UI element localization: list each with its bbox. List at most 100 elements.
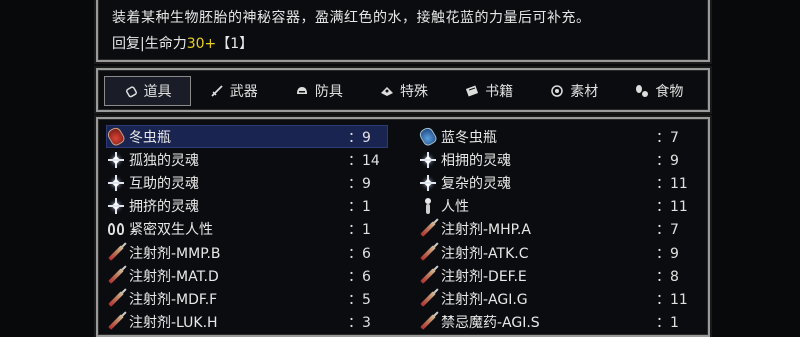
book-icon (465, 84, 479, 98)
item-name: 冬虫瓶 (129, 129, 171, 146)
tab-material[interactable]: 素材 (532, 76, 617, 106)
inventory-item[interactable]: 注射剂-DEF.E ：8 (418, 264, 696, 287)
red-flask-icon (105, 125, 127, 148)
inventory-item[interactable]: 注射剂-MHP.A ：7 (418, 218, 696, 241)
syringe-icon (106, 289, 126, 309)
item-count: ：1 (656, 315, 679, 332)
tab-helmet[interactable]: 防具 (276, 76, 361, 106)
item-count: ：11 (656, 199, 688, 216)
syringe-icon (418, 219, 438, 239)
item-count: ：11 (656, 175, 688, 192)
syringe-icon (106, 266, 126, 286)
material-icon (550, 84, 564, 98)
tab-label: 特殊 (399, 84, 428, 100)
soul-icon (418, 150, 438, 170)
inventory-column-left: 冬虫瓶 ：9 孤独的灵魂 ：14 互助的灵魂 ：9 拥挤的灵魂 ：1 紧密双生人性 ：1 注射剂-M… (105, 125, 388, 334)
item-name: 紧密双生人性 (129, 222, 213, 239)
item-count: ：3 (348, 315, 371, 332)
inventory-item[interactable]: 注射剂-LUK.H ：3 (106, 311, 388, 334)
item-name: 互助的灵魂 (129, 175, 199, 192)
tab-pouch[interactable]: 道具 (104, 76, 192, 106)
tab-label: 书籍 (485, 84, 514, 100)
effect-label: 回复|生命力 (112, 36, 187, 52)
item-description-panel: 装着某种生物胚胎的神秘容器，盈满红色的水，接触花蓝的力量后可补充。 回复|生命力… (96, 0, 710, 62)
effect-suffix: 【1】 (216, 36, 254, 52)
inventory-item[interactable]: 人性 ：11 (418, 195, 696, 218)
item-name: 注射剂-MAT.D (129, 268, 219, 285)
inventory-item[interactable]: 复杂的灵魂 ：11 (418, 171, 696, 194)
effect-value: 30+ (186, 36, 217, 52)
syringe-icon (418, 289, 438, 309)
item-count: ：11 (656, 291, 688, 308)
tab-book[interactable]: 书籍 (447, 76, 532, 106)
syringe-icon (106, 243, 126, 263)
soul-icon (106, 150, 126, 170)
inventory-item[interactable]: 相拥的灵魂 ：9 (418, 148, 696, 171)
inventory-item[interactable]: 蓝冬虫瓶 ：7 (417, 125, 696, 148)
item-count: ：14 (348, 152, 380, 169)
special-icon (380, 84, 394, 98)
inventory-item[interactable]: 紧密双生人性 ：1 (106, 218, 388, 241)
humanity-icon (418, 196, 438, 216)
inventory-item[interactable]: 互助的灵魂 ：9 (106, 171, 388, 194)
category-tab-bar: 道具 武器 防具 特殊 书籍 素材 食物 (104, 76, 702, 106)
item-count: ：9 (348, 129, 371, 146)
tab-label: 武器 (229, 84, 258, 100)
inventory-item[interactable]: 注射剂-MDF.F ：5 (106, 287, 388, 310)
item-count: ：6 (348, 245, 371, 262)
food-icon (635, 84, 649, 98)
item-count: ：9 (348, 175, 371, 192)
inventory-item[interactable]: 禁忌魔药-AGI.S ：1 (418, 311, 696, 334)
item-count: ：9 (656, 245, 679, 262)
tab-label: 素材 (570, 84, 599, 100)
syringe-icon (418, 243, 438, 263)
item-name: 注射剂-MHP.A (441, 222, 531, 239)
item-name: 注射剂-DEF.E (441, 268, 527, 285)
item-count: ：1 (348, 222, 371, 239)
tab-label: 防具 (314, 84, 343, 100)
soul-icon (418, 173, 438, 193)
item-name: 注射剂-MDF.F (129, 291, 218, 308)
tab-label: 食物 (655, 84, 684, 100)
item-name: 注射剂-ATK.C (441, 245, 529, 262)
item-count: ：9 (656, 152, 679, 169)
helmet-icon (295, 84, 309, 98)
syringe-icon (418, 312, 438, 332)
twin-humanity-icon (106, 219, 126, 239)
item-count: ：6 (348, 268, 371, 285)
item-name: 禁忌魔药-AGI.S (441, 315, 540, 332)
tab-label: 道具 (143, 84, 172, 100)
tab-special[interactable]: 特殊 (361, 76, 446, 106)
item-name: 注射剂-AGI.G (441, 291, 528, 308)
blue-flask-icon (417, 125, 439, 148)
inventory-item[interactable]: 拥挤的灵魂 ：1 (106, 195, 388, 218)
inventory-item[interactable]: 注射剂-MAT.D ：6 (106, 264, 388, 287)
item-name: 拥挤的灵魂 (129, 199, 199, 216)
item-count: ：8 (656, 268, 679, 285)
inventory-column-right: 蓝冬虫瓶 ：7 相拥的灵魂 ：9 复杂的灵魂 ：11 人性 ：11 注射剂-MHP.A ：7 注射剂… (417, 125, 696, 334)
inventory-item[interactable]: 注射剂-AGI.G ：11 (418, 287, 696, 310)
item-name: 复杂的灵魂 (441, 175, 511, 192)
inventory-item[interactable]: 注射剂-MMP.B ：6 (106, 241, 388, 264)
pouch-icon (124, 84, 138, 98)
soul-icon (106, 173, 126, 193)
tab-food[interactable]: 食物 (617, 76, 702, 106)
inventory-item[interactable]: 注射剂-ATK.C ：9 (418, 241, 696, 264)
item-count: ：7 (656, 222, 679, 239)
item-effect-line: 回复|生命力30+【1】 (112, 33, 253, 53)
item-name: 相拥的灵魂 (441, 152, 511, 169)
inventory-item[interactable]: 冬虫瓶 ：9 (105, 125, 388, 149)
item-name: 蓝冬虫瓶 (441, 129, 497, 146)
item-description-text: 装着某种生物胚胎的神秘容器，盈满红色的水，接触花蓝的力量后可补充。 (112, 10, 591, 26)
item-name: 孤独的灵魂 (129, 152, 199, 169)
category-tabs-panel: 道具 武器 防具 特殊 书籍 素材 食物 (96, 68, 710, 112)
item-name: 注射剂-MMP.B (129, 245, 221, 262)
tab-sword[interactable]: 武器 (191, 76, 276, 106)
item-count: ：5 (348, 291, 371, 308)
item-count: ：1 (348, 199, 371, 216)
item-name: 注射剂-LUK.H (129, 315, 218, 332)
soul-icon (106, 196, 126, 216)
sword-icon (210, 84, 224, 98)
inventory-list-panel: 冬虫瓶 ：9 孤独的灵魂 ：14 互助的灵魂 ：9 拥挤的灵魂 ：1 紧密双生人性 ：1 注射剂-M… (96, 117, 710, 337)
inventory-item[interactable]: 孤独的灵魂 ：14 (106, 148, 388, 171)
